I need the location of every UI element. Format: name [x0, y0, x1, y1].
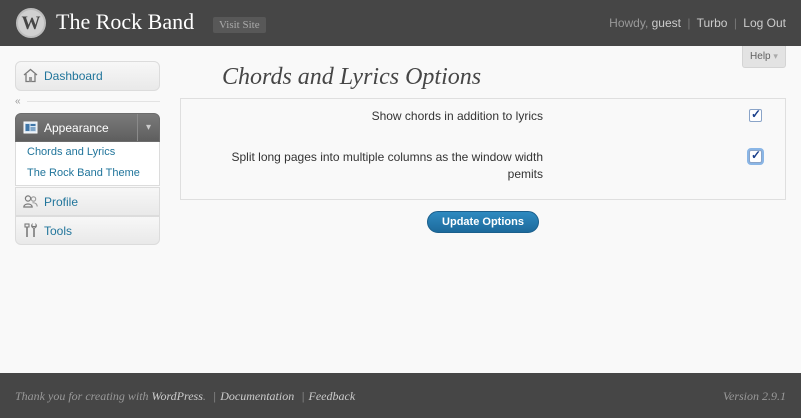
separator: | [733, 16, 737, 30]
sidebar-item-label: Dashboard [44, 69, 103, 83]
chevron-down-icon[interactable]: ▾ [137, 114, 159, 141]
howdy-text: Howdy, [609, 16, 649, 30]
turbo-link[interactable]: Turbo [697, 16, 728, 30]
footer-credits: Thank you for creating with WordPress. |… [15, 389, 355, 404]
appearance-icon [23, 121, 38, 134]
feedback-link[interactable]: Feedback [309, 389, 356, 403]
submenu-item-rock-band-theme[interactable]: The Rock Band Theme [27, 167, 140, 179]
admin-header: The Rock Band Visit Site Howdy, guest | … [0, 0, 801, 46]
options-form: Show chords in addition to lyrics Split … [180, 98, 786, 200]
option-label-split-columns: Split long pages into multiple columns a… [231, 150, 543, 181]
user-info: Howdy, guest | Turbo | Log Out [609, 16, 786, 30]
admin-footer: Thank you for creating with WordPress. |… [0, 373, 801, 418]
sidebar-item-profile[interactable]: Profile [15, 187, 160, 216]
help-label: Help [750, 51, 771, 62]
dashboard-icon [23, 68, 38, 83]
chevron-down-icon: ▾ [773, 51, 778, 61]
sidebar-item-dashboard[interactable]: Dashboard [15, 61, 160, 91]
update-options-button[interactable]: Update Options [427, 211, 539, 233]
visit-site-button[interactable]: Visit Site [213, 17, 266, 33]
profile-icon [23, 195, 38, 208]
submenu-item-chords-and-lyrics[interactable]: Chords and Lyrics [27, 146, 115, 158]
footer-period: . [202, 389, 206, 403]
separator: | [301, 389, 305, 403]
site-title[interactable]: The Rock Band [56, 9, 194, 35]
sidebar-item-appearance[interactable]: Appearance ▾ [15, 113, 160, 142]
separator: | [212, 389, 217, 403]
documentation-link[interactable]: Documentation [220, 389, 294, 403]
option-label-show-chords: Show chords in addition to lyrics [371, 109, 543, 123]
sidebar-item-label: Tools [44, 224, 73, 238]
split-columns-checkbox[interactable] [749, 148, 762, 163]
help-button[interactable]: Help ▾ [742, 46, 786, 68]
sidebar-item-label: Profile [44, 195, 79, 209]
divider [27, 101, 160, 102]
show-chords-checkbox[interactable] [749, 107, 762, 122]
separator: | [687, 16, 691, 30]
collapse-menu-icon[interactable]: « [15, 96, 21, 107]
logout-link[interactable]: Log Out [743, 16, 786, 30]
version-text: Version 2.9.1 [723, 389, 786, 403]
username[interactable]: guest [652, 16, 681, 30]
tools-icon [24, 223, 37, 237]
sidebar-item-tools[interactable]: Tools [15, 216, 160, 245]
wordpress-logo-icon[interactable] [16, 8, 46, 38]
appearance-submenu: Chords and Lyrics The Rock Band Theme [15, 142, 160, 186]
footer-thanks-text: Thank you for creating with [15, 389, 149, 403]
wordpress-link[interactable]: WordPress [152, 389, 203, 403]
page-title: Chords and Lyrics Options [222, 64, 482, 90]
sidebar-item-label: Appearance [44, 121, 109, 135]
